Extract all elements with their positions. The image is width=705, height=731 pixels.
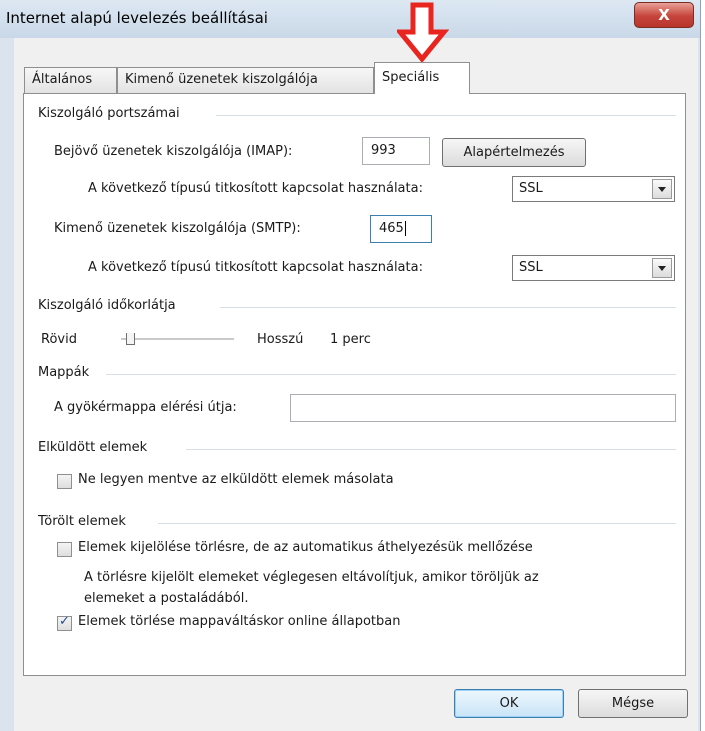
close-button[interactable]: X bbox=[634, 2, 694, 28]
imap-port-value: 993 bbox=[371, 143, 396, 158]
title-bar[interactable]: Internet alapú levelezés beállításai X bbox=[0, 0, 700, 38]
window-title: Internet alapú levelezés beállításai bbox=[6, 9, 268, 27]
annotation-arrow-icon bbox=[397, 2, 449, 62]
mark-for-deletion-label[interactable]: Elemek kijelölése törlésre, de az automa… bbox=[78, 540, 533, 555]
advanced-tab-panel: Kiszolgáló portszámai Bejövő üzenetek ki… bbox=[23, 93, 686, 676]
timeout-group-divider bbox=[220, 307, 676, 308]
deletion-note-line2: elemeket a postaládából. bbox=[84, 591, 249, 606]
default-ports-button-label: Alapértelmezés bbox=[463, 145, 565, 160]
root-path-input[interactable] bbox=[290, 394, 676, 422]
smtp-encryption-value: SSL bbox=[519, 260, 543, 275]
timeout-slider-thumb[interactable] bbox=[126, 333, 136, 345]
tab-outgoing-server[interactable]: Kimenő üzenetek kiszolgálója bbox=[117, 67, 374, 93]
smtp-port-input[interactable]: 465 bbox=[370, 215, 432, 243]
purge-on-switch-checkbox[interactable] bbox=[57, 614, 72, 631]
folders-group-divider bbox=[106, 374, 676, 375]
ok-button[interactable]: OK bbox=[454, 689, 564, 718]
sent-items-group-label: Elküldött elemek bbox=[38, 440, 148, 455]
imap-encryption-label: A következő típusú titkosított kapcsolat… bbox=[88, 181, 423, 196]
smtp-encryption-select[interactable]: SSL bbox=[512, 255, 675, 281]
tab-advanced-label: Speciális bbox=[382, 70, 440, 85]
no-sent-copy-label[interactable]: Ne legyen mentve az elküldött elemek más… bbox=[78, 472, 394, 487]
sent-items-group-divider bbox=[186, 449, 676, 450]
deleted-items-group-divider bbox=[158, 523, 676, 524]
smtp-port-value: 465 bbox=[379, 221, 404, 236]
timeout-group-label: Kiszolgáló időkorlátja bbox=[38, 298, 176, 313]
mark-for-deletion-checkbox[interactable] bbox=[57, 542, 72, 557]
imap-port-label: Bejövő üzenetek kiszolgálója (IMAP): bbox=[54, 144, 293, 159]
folders-group-label: Mappák bbox=[38, 365, 90, 380]
ports-group-label: Kiszolgáló portszámai bbox=[38, 106, 180, 121]
tab-general-label: Általános bbox=[32, 72, 93, 87]
timeout-short-label: Rövid bbox=[41, 332, 77, 347]
deleted-items-group-label: Törölt elemek bbox=[38, 514, 126, 529]
chevron-down-icon[interactable] bbox=[652, 258, 672, 278]
cancel-button[interactable]: Mégse bbox=[578, 689, 688, 718]
smtp-port-label: Kimenő üzenetek kiszolgálója (SMTP): bbox=[54, 221, 301, 236]
imap-port-input[interactable]: 993 bbox=[362, 137, 430, 165]
timeout-slider[interactable] bbox=[121, 338, 234, 341]
root-path-label: A gyökérmappa elérési útja: bbox=[54, 400, 237, 415]
no-sent-copy-checkbox[interactable] bbox=[57, 474, 72, 489]
close-icon: X bbox=[658, 6, 670, 24]
default-ports-button[interactable]: Alapértelmezés bbox=[442, 138, 586, 167]
ports-group-divider bbox=[216, 115, 676, 116]
imap-encryption-value: SSL bbox=[519, 181, 543, 196]
tab-advanced[interactable]: Speciális bbox=[374, 62, 470, 94]
tab-outgoing-server-label: Kimenő üzenetek kiszolgálója bbox=[125, 72, 318, 87]
timeout-value: 1 perc bbox=[330, 332, 371, 347]
smtp-encryption-label: A következő típusú titkosított kapcsolat… bbox=[88, 260, 423, 275]
ok-button-label: OK bbox=[499, 696, 519, 711]
deletion-note-line1: A törlésre kijelölt elemeket véglegesen … bbox=[84, 570, 539, 585]
timeout-long-label: Hosszú bbox=[257, 332, 304, 347]
imap-encryption-select[interactable]: SSL bbox=[512, 176, 675, 202]
tab-general[interactable]: Általános bbox=[24, 67, 117, 93]
cancel-button-label: Mégse bbox=[611, 696, 655, 711]
chevron-down-icon[interactable] bbox=[652, 179, 672, 199]
purge-on-switch-label[interactable]: Elemek törlése mappaváltáskor online áll… bbox=[78, 614, 400, 629]
